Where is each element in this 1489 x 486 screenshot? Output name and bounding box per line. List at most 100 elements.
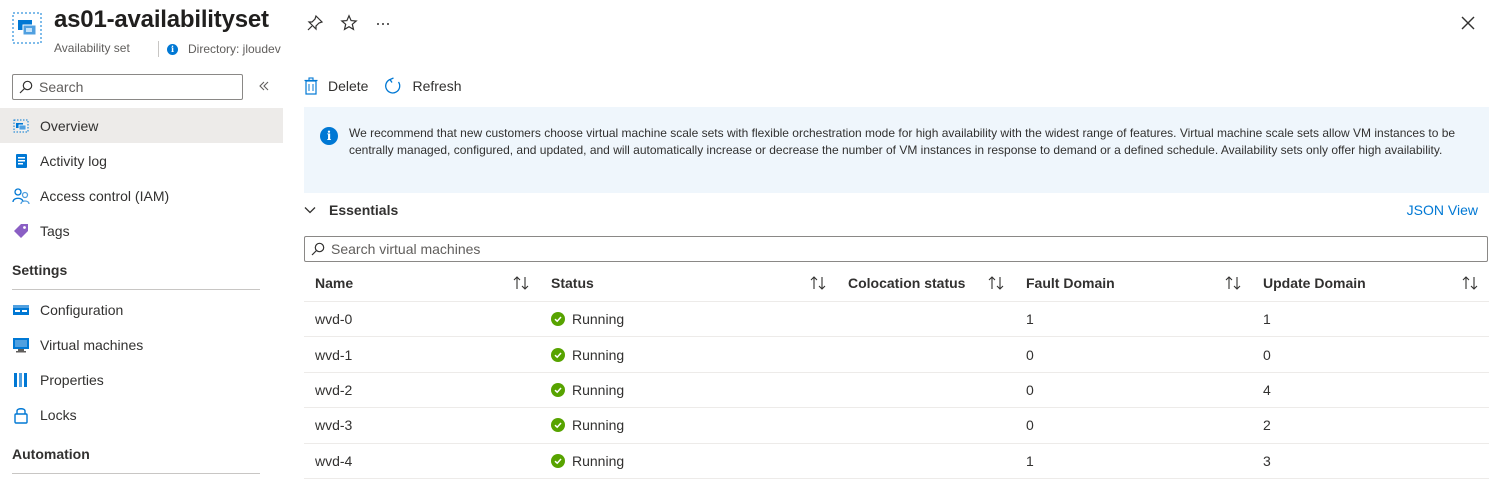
sort-icon[interactable] xyxy=(1461,275,1479,291)
chevron-down-icon[interactable] xyxy=(304,204,316,216)
vm-colocation xyxy=(837,337,1015,371)
table-row[interactable]: wvd-0 Running 1 1 xyxy=(304,302,1489,338)
main-content: Delete Refresh i We recommend that new c… xyxy=(304,64,1489,486)
directory-label: Directory: jloudev xyxy=(188,42,281,56)
sidebar-item-label: Properties xyxy=(40,371,104,388)
sidebar-item-label: Configuration xyxy=(40,301,124,318)
vm-update-domain: 2 xyxy=(1263,417,1271,434)
column-header-colocation[interactable]: Colocation status xyxy=(837,264,1015,301)
delete-button[interactable]: Delete xyxy=(304,77,368,95)
column-header-status[interactable]: Status xyxy=(540,264,837,301)
directory-info: i Directory: jloudev xyxy=(158,41,281,57)
automation-heading: Automation xyxy=(0,432,283,476)
vm-colocation xyxy=(837,408,1015,442)
delete-label: Delete xyxy=(328,78,369,94)
blade-header: as01-availabilityset Availability set i … xyxy=(0,0,1489,64)
sort-icon[interactable] xyxy=(512,275,530,291)
sidebar-item-activity-log[interactable]: Activity log xyxy=(0,143,283,178)
vm-colocation xyxy=(837,302,1015,336)
vm-status: Running xyxy=(540,373,837,407)
configuration-icon xyxy=(12,301,30,319)
virtual-machine-icon xyxy=(12,336,30,354)
sidebar-item-overview[interactable]: Overview xyxy=(0,108,283,143)
info-icon: i xyxy=(320,127,338,145)
sort-icon[interactable] xyxy=(809,275,827,291)
info-icon: i xyxy=(167,43,178,55)
vm-fault-domain: 0 xyxy=(1026,381,1034,398)
lock-icon xyxy=(12,406,30,424)
sort-icon[interactable] xyxy=(1224,275,1242,291)
vm-table: Name Status Colocation status Fault Doma… xyxy=(304,264,1489,479)
table-row[interactable]: wvd-3 Running 0 2 xyxy=(304,408,1489,444)
column-header-fault-domain[interactable]: Fault Domain xyxy=(1015,264,1252,301)
check-circle-icon xyxy=(551,453,565,468)
recommendation-message: We recommend that new customers choose v… xyxy=(349,126,1456,157)
refresh-label: Refresh xyxy=(412,78,462,94)
sort-icon[interactable] xyxy=(987,275,1005,291)
column-header-update-domain[interactable]: Update Domain xyxy=(1252,264,1489,301)
vm-name[interactable]: wvd-3 xyxy=(304,408,540,442)
sidebar-item-label: Activity log xyxy=(40,152,107,169)
json-view-link[interactable]: JSON View xyxy=(1407,202,1478,218)
table-row[interactable]: wvd-4 Running 1 3 xyxy=(304,444,1489,479)
vm-update-domain: 0 xyxy=(1263,346,1271,363)
essentials-label: Essentials xyxy=(329,202,399,218)
search-icon xyxy=(19,80,33,94)
vm-name[interactable]: wvd-4 xyxy=(304,444,540,478)
sidebar-item-label: Virtual machines xyxy=(40,336,144,353)
activity-log-icon xyxy=(12,152,30,170)
sidebar-item-locks[interactable]: Locks xyxy=(0,397,283,432)
search-icon xyxy=(311,242,325,256)
vm-update-domain: 3 xyxy=(1263,452,1271,469)
refresh-button[interactable]: Refresh xyxy=(384,77,462,95)
sidebar-item-configuration[interactable]: Configuration xyxy=(0,292,283,327)
vm-search-box[interactable] xyxy=(304,236,1488,262)
table-row[interactable]: wvd-1 Running 0 0 xyxy=(304,337,1489,373)
sidebar-item-properties[interactable]: Properties xyxy=(0,362,283,397)
check-circle-icon xyxy=(551,347,565,362)
check-circle-icon xyxy=(551,312,565,327)
vm-status: Running xyxy=(540,408,837,442)
overview-icon xyxy=(12,117,30,135)
command-bar: Delete Refresh xyxy=(304,74,462,98)
vm-status: Running xyxy=(540,302,837,336)
vm-search-input[interactable] xyxy=(331,241,1471,257)
menu-search-box[interactable] xyxy=(12,74,243,100)
iam-icon xyxy=(12,187,30,205)
vm-name[interactable]: wvd-1 xyxy=(304,337,540,371)
vm-update-domain: 4 xyxy=(1263,381,1271,398)
vm-colocation xyxy=(837,444,1015,478)
recommendation-banner: i We recommend that new customers choose… xyxy=(304,107,1489,193)
tag-icon xyxy=(12,222,30,240)
trash-icon xyxy=(304,77,318,95)
sidebar-item-access-control[interactable]: Access control (IAM) xyxy=(0,178,283,213)
sidebar-item-label: Locks xyxy=(40,406,77,423)
collapse-menu-icon[interactable] xyxy=(257,77,273,95)
pin-icon[interactable] xyxy=(304,12,326,34)
essentials-header[interactable]: Essentials JSON View xyxy=(304,200,1489,220)
resource-type: Availability set xyxy=(54,41,130,55)
vm-status: Running xyxy=(540,337,837,371)
sidebar-item-virtual-machines[interactable]: Virtual machines xyxy=(0,327,283,362)
table-row[interactable]: wvd-2 Running 0 4 xyxy=(304,373,1489,409)
resource-menu: Overview Activity log Access control (IA… xyxy=(0,64,283,486)
refresh-icon xyxy=(385,77,401,94)
close-icon[interactable] xyxy=(1457,12,1479,34)
menu-search-input[interactable] xyxy=(39,79,229,95)
sidebar-item-label: Tags xyxy=(40,222,70,239)
more-icon[interactable] xyxy=(372,12,394,34)
vm-fault-domain: 1 xyxy=(1026,452,1034,469)
vm-colocation xyxy=(837,373,1015,407)
check-circle-icon xyxy=(551,382,565,397)
vm-name[interactable]: wvd-0 xyxy=(304,302,540,336)
sidebar-item-label: Access control (IAM) xyxy=(40,187,170,204)
settings-heading: Settings xyxy=(0,248,283,292)
column-header-name[interactable]: Name xyxy=(304,264,540,301)
star-icon[interactable] xyxy=(338,12,360,34)
vm-update-domain: 1 xyxy=(1263,311,1271,328)
vm-fault-domain: 0 xyxy=(1026,417,1034,434)
vm-name[interactable]: wvd-2 xyxy=(304,373,540,407)
check-circle-icon xyxy=(551,418,565,433)
sidebar-item-tags[interactable]: Tags xyxy=(0,213,283,248)
page-title: as01-availabilityset xyxy=(54,6,269,33)
